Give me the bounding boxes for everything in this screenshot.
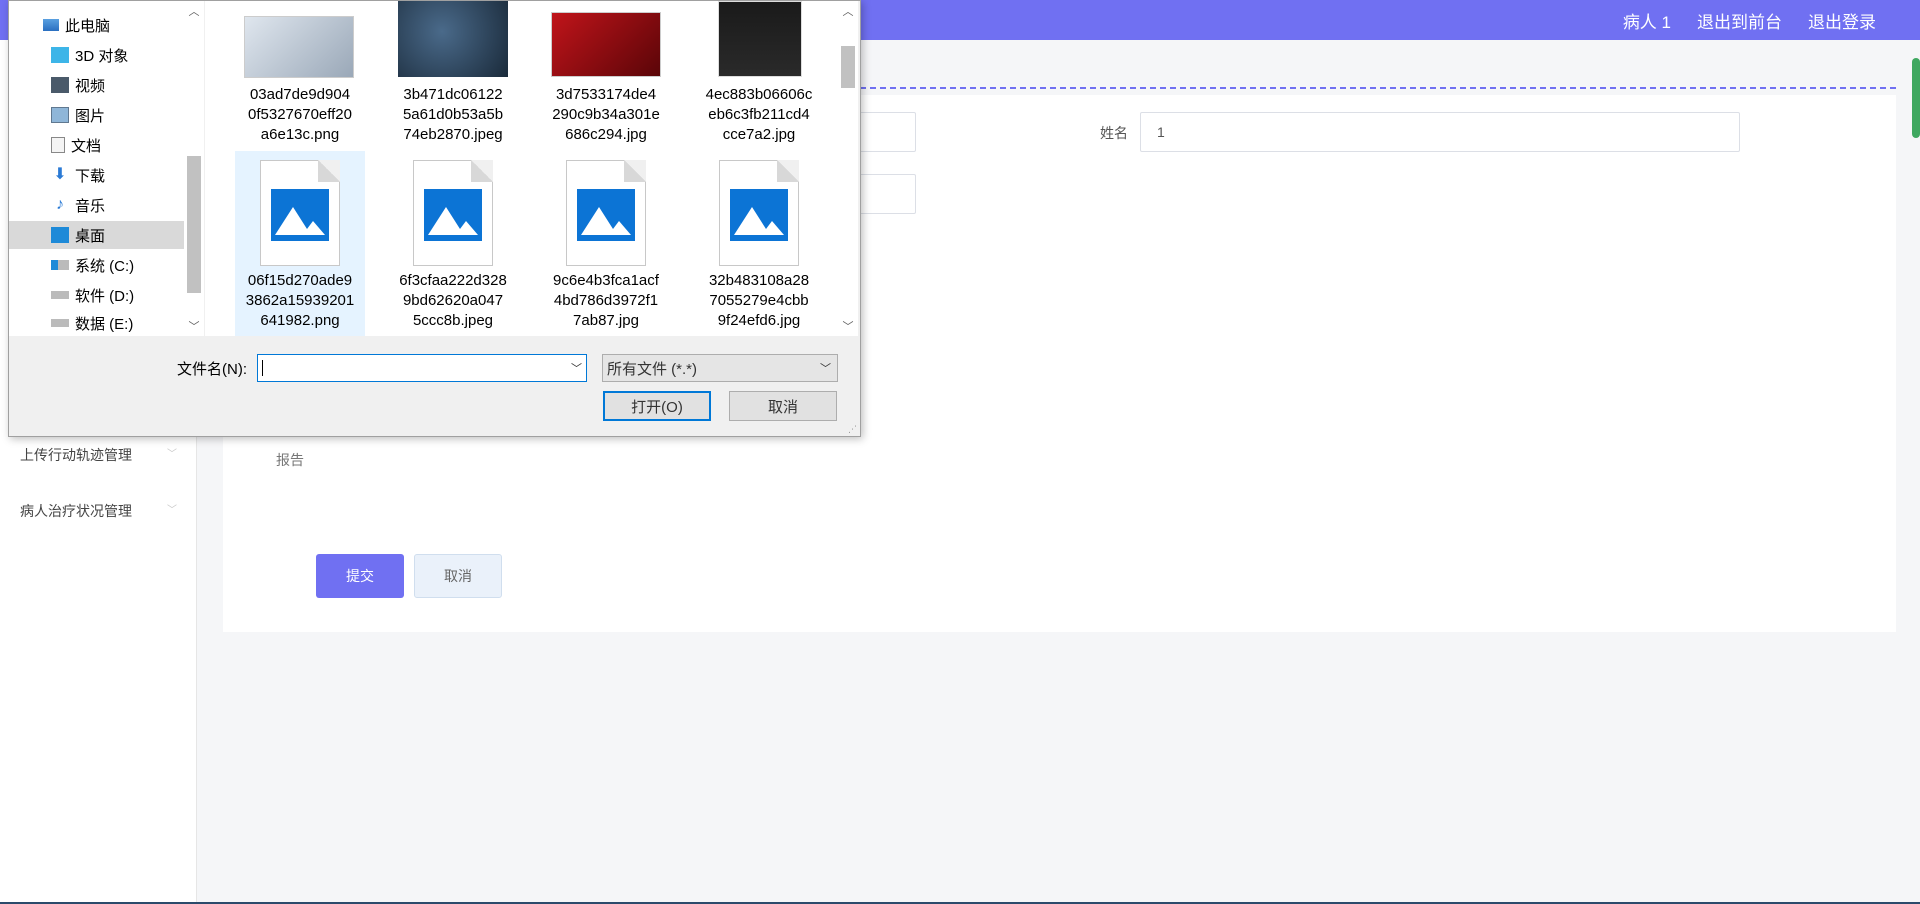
sidebar-item-label: 病人治疗状况管理	[20, 503, 132, 519]
nav-item-label: 3D 对象	[75, 47, 129, 65]
nav-item-label: 下载	[75, 167, 106, 185]
nav-item-label: 此电脑	[65, 17, 111, 35]
file-item[interactable]: 06f15d270ade9 3862a15939201 641982.png	[235, 151, 365, 336]
scroll-down-icon[interactable]: ﹀	[184, 316, 204, 336]
sidebar-item-label: 上传行动轨迹管理	[20, 447, 132, 463]
report-label: 报告	[276, 452, 304, 468]
shirt-photo-thumbnail	[718, 1, 802, 77]
phone-photo-thumbnail	[244, 16, 354, 78]
filename-input[interactable]: ﹀	[257, 354, 587, 382]
nav-item-label: 桌面	[75, 227, 106, 245]
logout-link[interactable]: 退出登录	[1808, 8, 1876, 33]
nav-item-3d-objects[interactable]: 3D 对象	[9, 41, 184, 69]
nav-item-label: 音乐	[75, 197, 106, 215]
picture-icon	[51, 107, 69, 123]
breadcrumb-divider	[860, 87, 1896, 89]
nav-item-label: 系统 (C:)	[75, 257, 135, 275]
download-icon: ⬇	[53, 166, 67, 183]
file-item[interactable]: 03ad7de9d904 0f5327670eff20 a6e13c.png	[235, 1, 365, 147]
filetype-value: 所有文件 (*.*)	[607, 360, 698, 378]
desktop-icon	[51, 227, 69, 243]
nav-item-this-pc[interactable]: 此电脑	[9, 11, 184, 39]
filename-label: 文件名(N):	[177, 361, 247, 378]
files-scroll-thumb[interactable]	[841, 46, 855, 88]
nav-item-drive-c[interactable]: 系统 (C:)	[9, 251, 184, 279]
text-caret	[262, 360, 263, 376]
scroll-down-icon[interactable]: ﹀	[838, 316, 858, 336]
nav-item-label: 视频	[75, 77, 106, 95]
image-file-icon	[260, 160, 340, 266]
page-scrollbar[interactable]	[1912, 58, 1920, 138]
dialog-cancel-button[interactable]: 取消	[729, 391, 837, 421]
chevron-down-icon[interactable]: ﹀	[571, 360, 582, 376]
file-item[interactable]: 9c6e4b3fca1acf 4bd786d3972f1 7ab87.jpg	[541, 151, 671, 336]
open-button[interactable]: 打开(O)	[603, 391, 711, 421]
nav-item-drive-d[interactable]: 软件 (D:)	[9, 281, 184, 309]
back-to-front-link[interactable]: 退出到前台	[1697, 8, 1782, 33]
nav-item-drive-e[interactable]: 数据 (E:)	[9, 311, 184, 335]
cube-3d-icon	[51, 47, 69, 63]
pc-icon	[43, 19, 59, 31]
file-item[interactable]: 3b471dc06122 5a61d0b53a5b 74eb2870.jpeg	[388, 1, 518, 147]
nav-item-downloads[interactable]: ⬇ 下载	[9, 161, 184, 189]
header-nav: 病人 1 退出到前台 退出登录	[1623, 0, 1876, 40]
file-item[interactable]: 32b483108a28 7055279e4cbb 9f24efd6.jpg	[694, 151, 824, 336]
sidebar-item-treatment[interactable]: 病人治疗状况管理 ﹀	[20, 501, 177, 521]
file-name: 32b483108a28 7055279e4cbb 9f24efd6.jpg	[708, 272, 810, 329]
image-file-icon	[413, 160, 493, 266]
file-name: 9c6e4b3fca1acf 4bd786d3972f1 7ab87.jpg	[553, 272, 659, 329]
nav-item-label: 软件 (D:)	[75, 287, 135, 305]
nav-item-videos[interactable]: 视频	[9, 71, 184, 99]
file-name: 3b471dc06122 5a61d0b53a5b 74eb2870.jpeg	[402, 86, 504, 143]
image-file-icon	[566, 160, 646, 266]
chevron-down-icon: ﹀	[167, 449, 177, 460]
sidebar-item-track-upload[interactable]: 上传行动轨迹管理 ﹀	[20, 445, 177, 465]
nav-item-label: 文档	[71, 137, 102, 155]
file-item[interactable]: 6f3cfaa222d328 9bd62620a047 5ccc8b.jpeg	[388, 151, 518, 336]
file-name: 4ec883b06606c eb6c3fb211cd4 cce7a2.jpg	[705, 86, 813, 143]
nav-scroll-thumb[interactable]	[187, 156, 201, 293]
nav-item-desktop[interactable]: 桌面	[9, 221, 184, 249]
nav-item-music[interactable]: ♪ 音乐	[9, 191, 184, 219]
cancel-button[interactable]: 取消	[414, 554, 502, 598]
nav-item-label: 图片	[75, 107, 106, 125]
shoe-photo-thumbnail	[398, 1, 508, 77]
files-scrollbar[interactable]: ︿ ﹀	[838, 1, 858, 336]
nav-item-pictures[interactable]: 图片	[9, 101, 184, 129]
scroll-up-icon[interactable]: ︿	[184, 1, 204, 21]
file-item[interactable]: 3d7533174de4 290c9b34a301e 686c294.jpg	[541, 1, 671, 147]
document-icon	[51, 137, 65, 153]
music-icon: ♪	[56, 196, 64, 213]
drive-icon	[51, 291, 69, 299]
nav-item-documents[interactable]: 文档	[9, 131, 184, 159]
name-label: 姓名	[1100, 125, 1128, 141]
file-item[interactable]: 4ec883b06606c eb6c3fb211cd4 cce7a2.jpg	[694, 1, 824, 147]
scroll-up-icon[interactable]: ︿	[838, 1, 858, 21]
nav-pane: 此电脑 3D 对象 视频 图片 文档 ⬇ 下载 ♪ 音乐 桌面 系统 (C:) …	[9, 1, 204, 336]
files-pane: 03ad7de9d904 0f5327670eff20 a6e13c.png 3…	[205, 1, 846, 336]
red-photo-thumbnail	[551, 12, 661, 77]
file-name: 6f3cfaa222d328 9bd62620a047 5ccc8b.jpeg	[399, 272, 507, 329]
file-name: 03ad7de9d904 0f5327670eff20 a6e13c.png	[248, 86, 352, 143]
resize-grip-icon[interactable]: ⋰	[848, 424, 858, 434]
file-name: 06f15d270ade9 3862a15939201 641982.png	[245, 272, 355, 329]
name-field[interactable]: 1	[1140, 112, 1740, 152]
file-open-dialog: 此电脑 3D 对象 视频 图片 文档 ⬇ 下载 ♪ 音乐 桌面 系统 (C:) …	[8, 0, 861, 437]
user-name[interactable]: 病人 1	[1623, 8, 1671, 33]
submit-button[interactable]: 提交	[316, 554, 404, 598]
drive-icon	[51, 319, 69, 327]
image-file-icon	[719, 160, 799, 266]
filetype-select[interactable]: 所有文件 (*.*) ﹀	[602, 354, 838, 382]
video-icon	[51, 77, 69, 93]
chevron-down-icon: ﹀	[820, 363, 831, 375]
file-name: 3d7533174de4 290c9b34a301e 686c294.jpg	[552, 86, 660, 143]
drive-c-icon	[51, 260, 69, 270]
nav-item-label: 数据 (E:)	[75, 315, 134, 333]
nav-scrollbar[interactable]: ︿ ﹀	[184, 1, 204, 336]
chevron-down-icon: ﹀	[167, 505, 177, 516]
